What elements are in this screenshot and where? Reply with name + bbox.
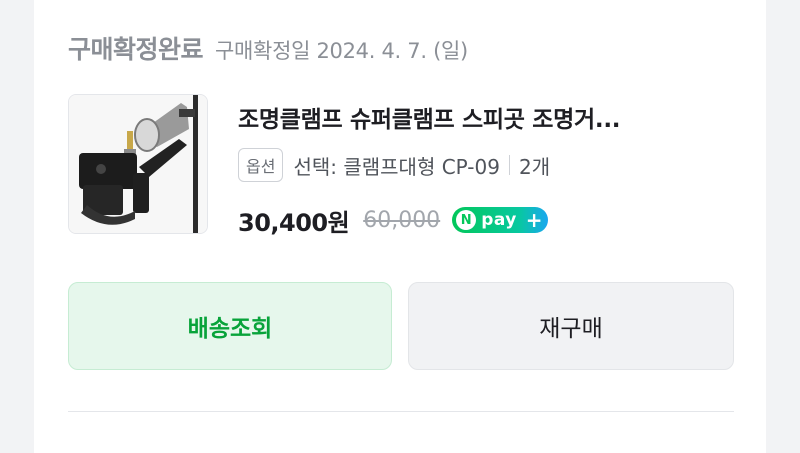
product-option-row: 옵션 선택: 클램프대형 CP-09 2개 [238, 148, 550, 182]
sale-price: 30,400원 [238, 208, 350, 237]
price-row: 30,400원 60,000 N pay + [238, 202, 549, 238]
npay-pay-label: pay [481, 210, 517, 230]
section-divider [68, 411, 734, 412]
option-text: 선택: 클램프대형 CP-09 [293, 154, 500, 179]
super-clamp-photo-icon [69, 95, 207, 233]
track-delivery-button[interactable]: 배송조회 [68, 282, 392, 370]
order-card: 구매확정완료 구매확정일 2024. 4. 7. (일) 조명클램프 슈퍼클램프 [34, 0, 766, 453]
order-status-row: 구매확정완료 구매확정일 2024. 4. 7. (일) [68, 30, 468, 70]
npay-plus-badge: N pay + [452, 207, 549, 233]
option-separator [508, 155, 510, 175]
product-thumbnail[interactable] [68, 94, 208, 234]
order-status-title: 구매확정완료 [68, 35, 204, 64]
npay-plus-icon: + [525, 208, 543, 232]
product-name[interactable]: 조명클램프 슈퍼클램프 스피곳 조명거... [238, 100, 738, 134]
npay-n-icon: N [456, 210, 477, 230]
original-price: 60,000 [363, 207, 441, 233]
option-badge: 옵션 [238, 148, 284, 182]
purchase-confirm-date: 구매확정일 2024. 4. 7. (일) [215, 39, 468, 63]
reorder-button[interactable]: 재구매 [408, 282, 734, 370]
option-quantity: 2개 [518, 154, 551, 179]
